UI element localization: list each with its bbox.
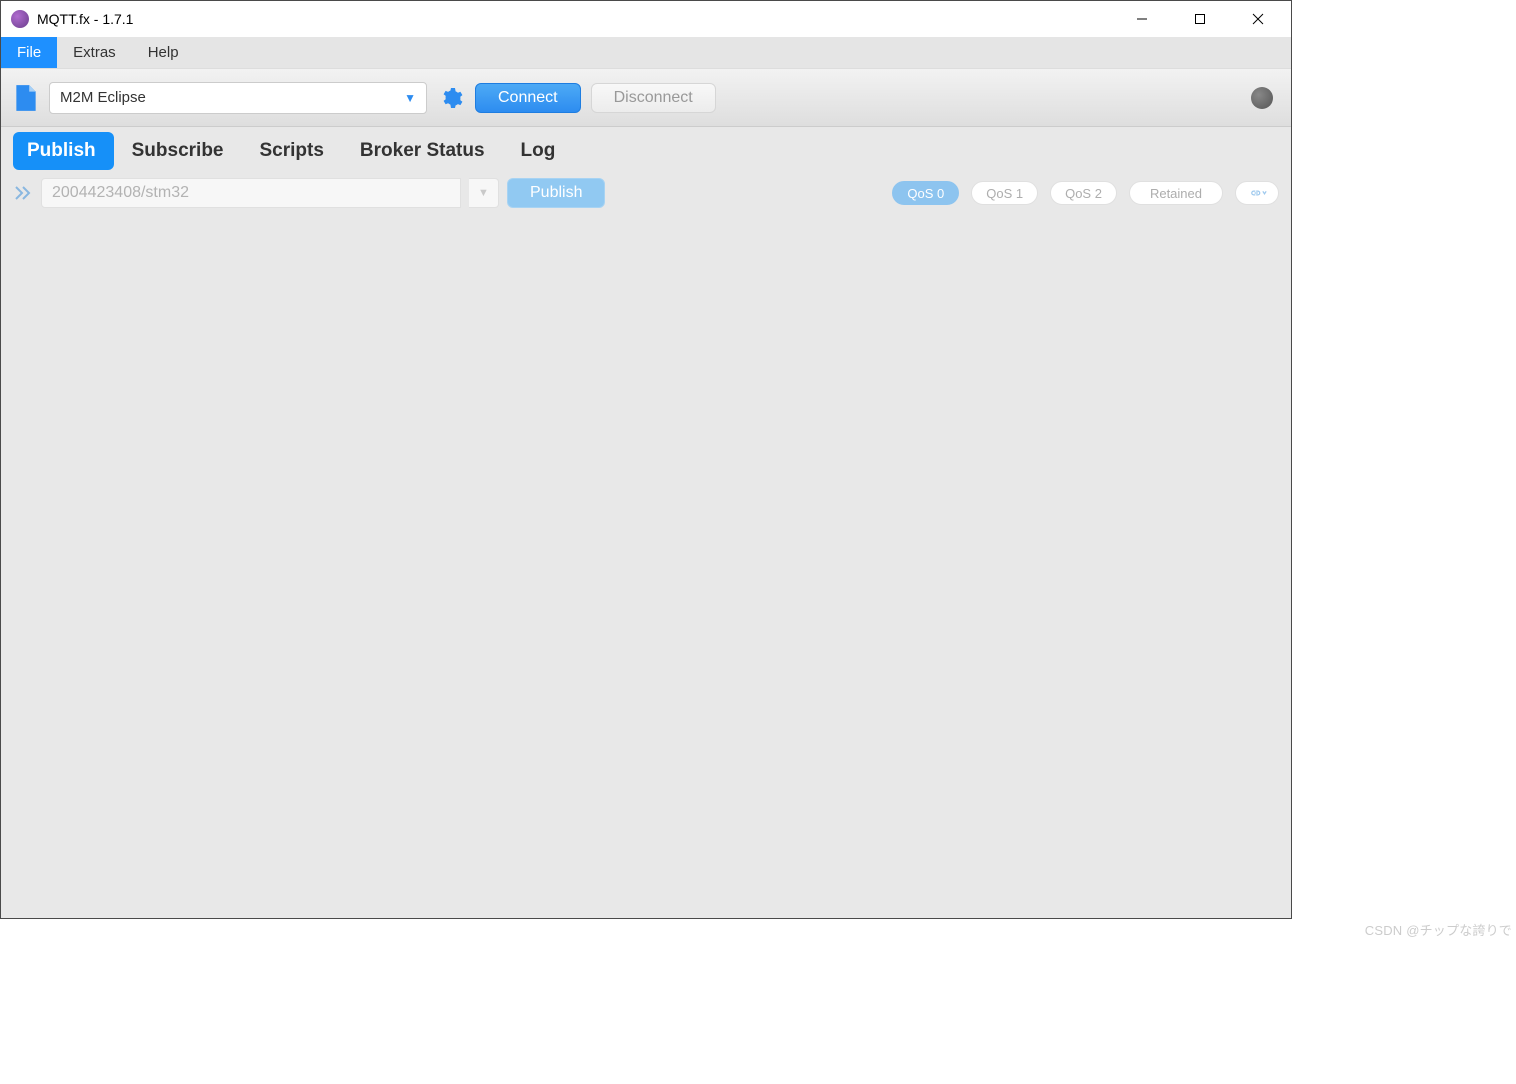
tab-subscribe[interactable]: Subscribe	[118, 132, 242, 170]
publish-payload-area[interactable]	[1, 219, 1291, 918]
tab-log[interactable]: Log	[507, 132, 574, 170]
menu-help[interactable]: Help	[132, 37, 195, 68]
window-title: MQTT.fx - 1.7.1	[37, 11, 133, 27]
tab-broker-status[interactable]: Broker Status	[346, 132, 503, 170]
link-dropdown-icon	[1247, 187, 1267, 199]
qos0-button[interactable]: QoS 0	[892, 181, 959, 205]
menu-extras[interactable]: Extras	[57, 37, 132, 68]
options-dropdown-button[interactable]	[1235, 181, 1279, 205]
expand-button[interactable]	[13, 183, 33, 203]
profile-select[interactable]: M2M Eclipse ▼	[49, 82, 427, 114]
minimize-button[interactable]	[1113, 2, 1171, 36]
settings-button[interactable]	[437, 84, 465, 112]
gear-icon	[439, 86, 463, 110]
maximize-button[interactable]	[1171, 2, 1229, 36]
publish-button[interactable]: Publish	[507, 178, 605, 208]
tab-bar: Publish Subscribe Scripts Broker Status …	[1, 127, 1291, 175]
retained-button[interactable]: Retained	[1129, 181, 1223, 205]
connection-bar: M2M Eclipse ▼ Connect Disconnect	[1, 69, 1291, 127]
disconnect-button[interactable]: Disconnect	[591, 83, 716, 113]
app-icon	[11, 10, 29, 28]
watermark: CSDN @チップな誇りで	[1365, 920, 1512, 939]
qos2-button[interactable]: QoS 2	[1050, 181, 1117, 205]
profile-select-value: M2M Eclipse	[60, 89, 146, 106]
window-controls	[1113, 2, 1287, 36]
titlebar: MQTT.fx - 1.7.1	[1, 1, 1291, 37]
connect-button[interactable]: Connect	[475, 83, 581, 113]
publish-row: 2004423408/stm32 ▼ Publish QoS 0 QoS 1 Q…	[1, 175, 1291, 219]
menubar: File Extras Help	[1, 37, 1291, 69]
tab-publish[interactable]: Publish	[13, 132, 114, 170]
chevron-down-icon: ▼	[404, 91, 416, 105]
connection-status-led	[1251, 87, 1273, 109]
topic-dropdown-button[interactable]: ▼	[469, 178, 499, 208]
double-chevron-right-icon	[14, 185, 32, 201]
file-icon[interactable]	[13, 83, 39, 113]
topic-input-value: 2004423408/stm32	[52, 184, 189, 202]
menu-file[interactable]: File	[1, 37, 57, 68]
topic-input[interactable]: 2004423408/stm32	[41, 178, 461, 208]
qos1-button[interactable]: QoS 1	[971, 181, 1038, 205]
tab-scripts[interactable]: Scripts	[246, 132, 342, 170]
app-window: MQTT.fx - 1.7.1 File Extras Help M2M	[0, 0, 1292, 919]
chevron-down-icon: ▼	[478, 187, 489, 199]
close-button[interactable]	[1229, 2, 1287, 36]
